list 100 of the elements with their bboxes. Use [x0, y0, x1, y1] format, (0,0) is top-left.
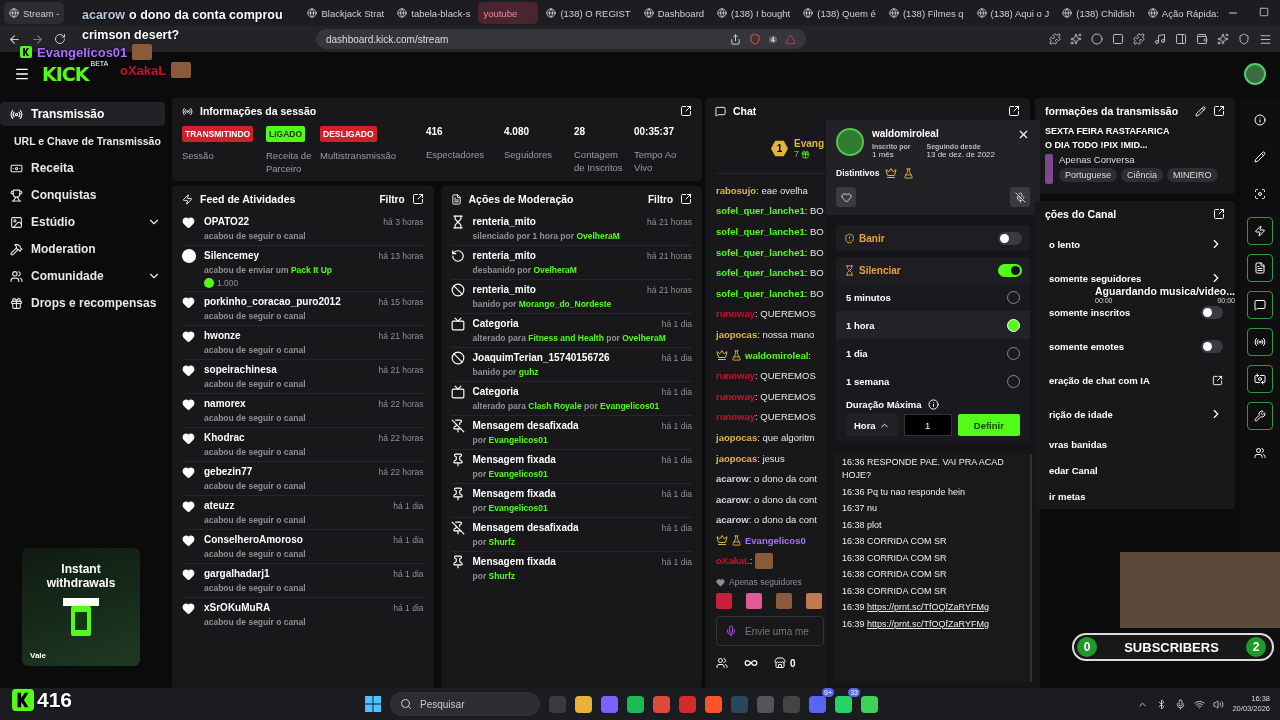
sidebar-item[interactable]: Receita [0, 156, 165, 180]
app-icon[interactable] [809, 695, 826, 713]
expand-icon[interactable] [680, 193, 692, 205]
sidebar-item[interactable]: URL e Chave de Transmissão [0, 129, 165, 153]
gift-count: 7 [794, 149, 799, 159]
duration-option[interactable]: 1 dia [836, 339, 1030, 367]
browser-tab[interactable]: (138) O REGIST [541, 2, 636, 24]
setting-label[interactable]: eração de chat com IA [1049, 374, 1150, 386]
app-icon[interactable] [705, 695, 722, 713]
emote-image[interactable] [716, 593, 732, 610]
setting-label[interactable]: edar Canal [1049, 464, 1098, 476]
rail-button[interactable] [1247, 254, 1273, 282]
set-button[interactable]: Definir [957, 414, 1020, 436]
rail-button[interactable] [1247, 365, 1273, 393]
shield-icon[interactable] [1238, 33, 1250, 45]
tab-group-label[interactable]: youtube [478, 2, 539, 24]
back-icon[interactable] [8, 32, 21, 46]
heart-icon [840, 191, 852, 203]
browser-tab[interactable]: (138) Quem é [798, 2, 881, 24]
duration-input[interactable]: 1 [903, 414, 952, 436]
setting-label[interactable]: o lento [1049, 238, 1081, 250]
rail-button[interactable] [1247, 328, 1273, 356]
expand-icon[interactable] [1008, 105, 1020, 117]
browser-tab[interactable]: Stream - [4, 2, 65, 24]
pencil-icon[interactable] [1195, 105, 1206, 117]
mute-button[interactable] [1010, 187, 1030, 207]
link[interactable]: https://prnt.sc/TfOQfZaRYFMg [867, 618, 989, 629]
app-icon[interactable] [575, 695, 592, 713]
emote-image[interactable] [806, 593, 822, 610]
setting-label[interactable]: rição de idade [1049, 408, 1113, 420]
follow-button[interactable] [836, 187, 856, 207]
app-icon[interactable] [861, 695, 878, 713]
setting-label[interactable]: somente inscritos [1049, 306, 1131, 318]
setting-label[interactable]: vras banidas [1049, 438, 1108, 450]
windows-logo-icon[interactable] [365, 696, 381, 712]
sidebar-item[interactable]: Transmissão [0, 102, 165, 126]
filter-button[interactable]: Filtro [379, 193, 405, 205]
link[interactable]: https://prnt.sc/TfOQfZaRYFMg [867, 602, 989, 612]
status-label: Multistransmissão [320, 149, 398, 162]
stream-title: O DIA TODO !PIX !MID... [1045, 140, 1149, 150]
sparkles-icon[interactable] [1217, 33, 1229, 45]
reload-icon[interactable] [54, 33, 66, 45]
chat-input[interactable]: Envie uma me [716, 616, 824, 647]
stat-label: Seguidores [504, 148, 554, 161]
toggle[interactable] [1201, 339, 1223, 353]
sidebar-item[interactable]: Drops e recompensas [0, 291, 165, 315]
rail-button[interactable] [1247, 402, 1273, 430]
menu-icon[interactable] [1259, 32, 1272, 46]
setting-label[interactable]: somente emotes [1049, 340, 1124, 352]
music-icon[interactable] [1154, 33, 1166, 45]
media-status: Aguardando musica/video... [1094, 285, 1235, 297]
app-icon[interactable] [627, 695, 644, 713]
expand-icon[interactable] [1213, 105, 1225, 117]
browser-tab[interactable]: Blackjack Strat [302, 2, 390, 24]
avatar[interactable] [1244, 62, 1266, 85]
app-icon[interactable] [653, 695, 670, 713]
browser-tab[interactable]: (138) I bought [712, 2, 796, 24]
browser-tab[interactable]: (138) Childish [1057, 2, 1140, 24]
expand-icon[interactable] [411, 193, 424, 205]
sidebar-item[interactable]: Estúdio [0, 210, 165, 234]
external-link-icon[interactable] [1212, 374, 1223, 386]
timestamp: há 3 horas [383, 216, 424, 229]
search-field[interactable]: Pesquisar [390, 692, 540, 716]
duration-option[interactable]: 1 hora [836, 311, 1030, 339]
unit-dropdown[interactable]: Hora [846, 414, 898, 436]
toggle[interactable] [1201, 305, 1223, 319]
browser-tab[interactable]: tabela-black-s [392, 2, 476, 24]
emote-image [171, 62, 192, 78]
rail-button[interactable] [1247, 291, 1273, 319]
duration-option[interactable]: 1 semana [836, 367, 1030, 395]
crown-icon [885, 167, 898, 179]
app-icon[interactable] [601, 695, 618, 713]
status-badge: TRANSMITINDO [182, 126, 254, 142]
ban-toggle[interactable] [998, 231, 1022, 245]
sidebar-item[interactable]: Moderation [0, 237, 165, 261]
rail-button[interactable] [1247, 217, 1273, 245]
browser-tab[interactable]: (138) Aqui o J [971, 2, 1055, 24]
forward-icon[interactable] [31, 32, 44, 46]
app-icon[interactable] [835, 695, 852, 713]
emote-image[interactable] [776, 593, 792, 610]
filter-button[interactable]: Filtro [648, 193, 673, 205]
wallet-icon[interactable] [1196, 33, 1208, 45]
close-button[interactable] [1017, 128, 1030, 141]
sidebar-icon[interactable] [1175, 33, 1187, 45]
log-line: 16:39 https://prnt.sc/TfOQfZaRYFMg [842, 617, 990, 631]
logo[interactable]: KICK [42, 62, 89, 85]
browser-tab[interactable]: Ação Rápida: [1142, 2, 1224, 24]
hourglass-icon [844, 264, 855, 276]
emote-image[interactable] [746, 593, 762, 610]
sidebar-item[interactable]: Comunidade [0, 264, 165, 288]
browser-tab[interactable]: (138) Filmes q [883, 2, 969, 24]
setting-label[interactable]: somente seguidores [1049, 272, 1142, 284]
maximize-icon[interactable] [1258, 6, 1269, 17]
setting-label[interactable]: ir metas [1049, 490, 1086, 502]
mute-toggle[interactable] [998, 263, 1022, 277]
browser-tab[interactable]: Dashboard [638, 2, 710, 24]
expand-icon[interactable] [680, 105, 692, 117]
duration-option[interactable]: 5 minutos [836, 283, 1030, 311]
expand-icon[interactable] [1213, 208, 1225, 220]
sidebar-item[interactable]: Conquistas [0, 183, 165, 207]
